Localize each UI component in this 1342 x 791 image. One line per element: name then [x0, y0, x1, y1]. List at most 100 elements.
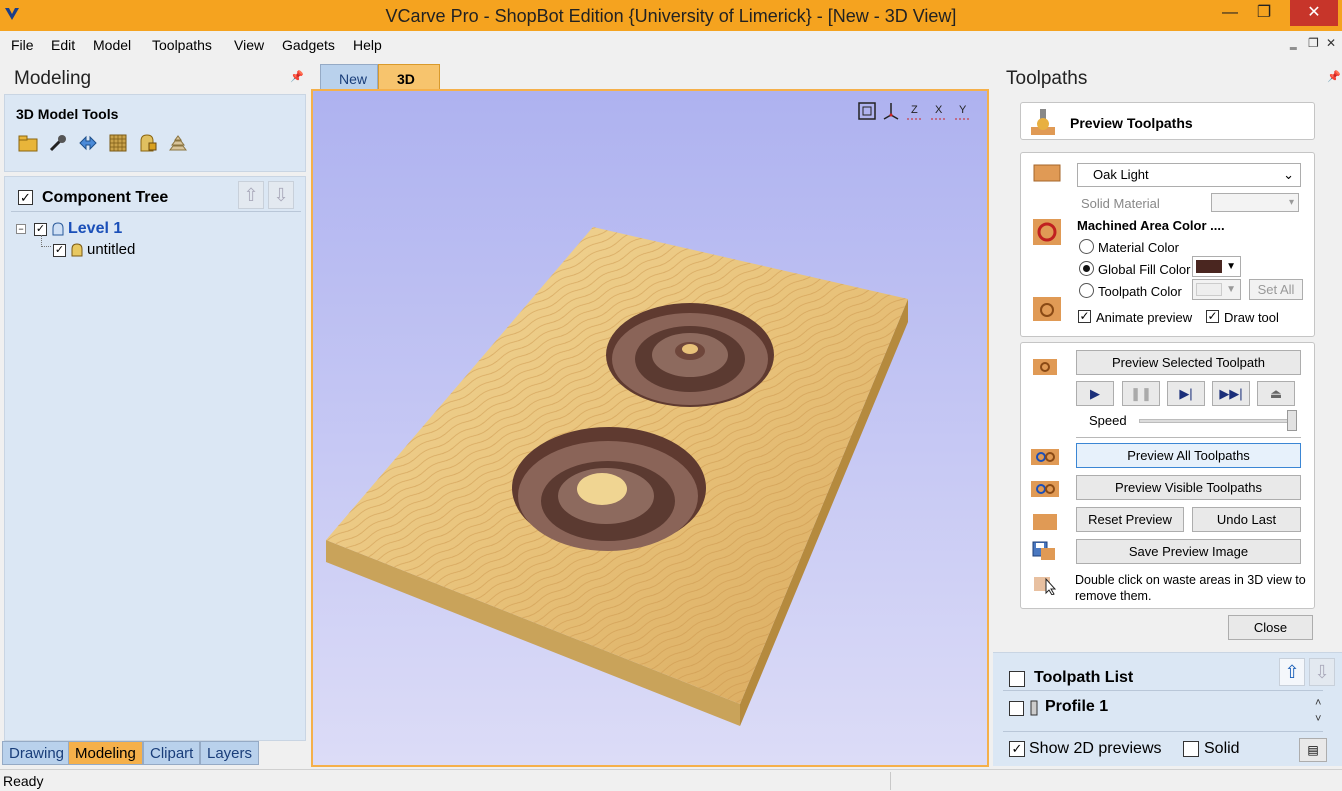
- toolpath-color-radio[interactable]: [1079, 283, 1094, 298]
- tree-collapse-icon[interactable]: −: [16, 224, 26, 234]
- move-toolpath-down-button[interactable]: ⇩: [1309, 658, 1335, 686]
- chevron-down-icon: ⌄: [1283, 167, 1294, 182]
- preview-visible-toolpaths-button[interactable]: Preview Visible Toolpaths: [1076, 475, 1301, 500]
- untitled-checkbox[interactable]: ✓: [53, 244, 66, 257]
- reset-preview-icon: [1033, 514, 1057, 530]
- speed-slider-thumb[interactable]: [1287, 410, 1297, 431]
- machined-area-label: Machined Area Color ....: [1077, 218, 1225, 233]
- panel-tabs: Drawing Modeling Clipart Layers: [0, 741, 307, 765]
- menu-model[interactable]: Model: [93, 37, 131, 53]
- 3d-viewport[interactable]: Z X Y: [311, 89, 989, 767]
- material-color-label: Material Color: [1098, 240, 1179, 255]
- preview-selected-icon: [1033, 359, 1057, 375]
- component-tree-box: ✓ Component Tree ⇧ ⇩ − ✓ Level 1 ✓ untit…: [4, 176, 306, 741]
- set-all-button: Set All: [1249, 279, 1303, 300]
- reset-preview-button[interactable]: Reset Preview: [1076, 507, 1184, 532]
- menu-help[interactable]: Help: [353, 37, 382, 53]
- texture-icon[interactable]: [108, 133, 128, 153]
- move-toolpath-up-button[interactable]: ⇧: [1279, 658, 1305, 686]
- toolpath-item-label[interactable]: Profile 1: [1045, 698, 1108, 716]
- lock-component-icon[interactable]: [138, 133, 158, 153]
- material-value: Oak Light: [1093, 167, 1149, 182]
- model-tools-box: 3D Model Tools: [4, 94, 306, 172]
- mdi-restore-icon[interactable]: ❐: [1308, 36, 1319, 50]
- edit-component-icon[interactable]: [48, 133, 68, 153]
- window-title: VCarve Pro - ShopBot Edition {University…: [385, 6, 957, 26]
- save-preview-image-button[interactable]: Save Preview Image: [1076, 539, 1301, 564]
- eject-button[interactable]: ⏏: [1257, 381, 1295, 406]
- toolpath-list-checkbox[interactable]: [1009, 671, 1025, 687]
- global-fill-color-picker[interactable]: ▼: [1192, 256, 1241, 277]
- draw-tool-checkbox[interactable]: ✓: [1206, 310, 1219, 323]
- global-fill-color-label: Global Fill Color: [1098, 262, 1191, 277]
- tab-layers[interactable]: Layers: [200, 741, 260, 765]
- divider: [1003, 690, 1323, 691]
- status-text: Ready: [3, 773, 44, 789]
- import-model-icon[interactable]: [18, 133, 38, 153]
- menu-view[interactable]: View: [234, 37, 264, 53]
- tab-new[interactable]: New: [320, 64, 379, 90]
- level-icon: [52, 222, 64, 236]
- solid-checkbox[interactable]: [1183, 741, 1199, 757]
- skip-to-end-button[interactable]: ▶▶|: [1212, 381, 1250, 406]
- step-forward-button[interactable]: ▶|: [1167, 381, 1205, 406]
- menu-edit[interactable]: Edit: [51, 37, 75, 53]
- menu-file[interactable]: File: [11, 37, 34, 53]
- menu-toolpaths[interactable]: Toolpaths: [152, 37, 212, 53]
- modeling-panel: Modeling 📌 3D Model Tools ✓ Component Tr…: [0, 60, 307, 766]
- transform-icon[interactable]: [78, 133, 98, 153]
- tab-drawing[interactable]: Drawing: [2, 741, 72, 765]
- solid-material-swatch: ▾: [1211, 193, 1299, 212]
- 3d-model-render: [326, 227, 908, 726]
- component-tree-checkbox[interactable]: ✓: [18, 190, 33, 205]
- divider: [11, 211, 301, 212]
- move-up-button[interactable]: ⇧: [238, 181, 264, 209]
- tab-modeling[interactable]: Modeling: [68, 741, 143, 765]
- toolpath-color-picker: ▼: [1192, 279, 1241, 300]
- pin-icon[interactable]: 📌: [1327, 70, 1341, 83]
- animate-icon: [1033, 297, 1061, 321]
- solid-label: Solid: [1204, 740, 1240, 757]
- maximize-button[interactable]: ❐: [1242, 0, 1286, 26]
- divider: [1076, 437, 1301, 438]
- tree-item-label[interactable]: untitled: [87, 241, 135, 258]
- hint-text: Double click on waste areas in 3D view t…: [1075, 573, 1306, 603]
- pin-icon[interactable]: 📌: [290, 70, 304, 83]
- toolpath-list-box: Toolpath List ⇧ ⇩ Profile 1 ˄ ˅ ✓ Show 2D…: [993, 652, 1342, 766]
- pause-button[interactable]: ❚❚: [1122, 381, 1160, 406]
- show-2d-previews-label: Show 2D previews: [1029, 740, 1162, 757]
- mdi-close-icon[interactable]: ✕: [1326, 36, 1336, 50]
- show-2d-previews-checkbox[interactable]: ✓: [1009, 741, 1025, 757]
- material-select[interactable]: Oak Light ⌄: [1077, 163, 1301, 187]
- preview-selected-toolpath-button[interactable]: Preview Selected Toolpath: [1076, 350, 1301, 375]
- divider: [1003, 731, 1323, 732]
- material-color-radio[interactable]: [1079, 239, 1094, 254]
- preview-all-icon: [1031, 449, 1059, 465]
- animate-preview-checkbox[interactable]: ✓: [1078, 310, 1091, 323]
- preview-all-toolpaths-button[interactable]: Preview All Toolpaths: [1076, 443, 1301, 468]
- material-icon: [1033, 164, 1061, 182]
- component-tree-title: Component Tree: [42, 189, 169, 206]
- tree-level-label[interactable]: Level 1: [68, 220, 122, 238]
- tab-3d-view[interactable]: 3D View: [378, 64, 440, 103]
- move-down-button[interactable]: ⇩: [268, 181, 294, 209]
- close-window-button[interactable]: ✕: [1290, 0, 1338, 26]
- menu-gadgets[interactable]: Gadgets: [282, 37, 335, 53]
- component-icon: [71, 243, 83, 257]
- chevron-down-icon: ▼: [1226, 261, 1236, 272]
- play-button[interactable]: ▶: [1076, 381, 1114, 406]
- preview-actions-card: Preview Selected Toolpath ▶ ❚❚ ▶| ▶▶| ⏏ …: [1020, 342, 1315, 609]
- tab-clipart[interactable]: Clipart: [143, 741, 201, 765]
- global-fill-color-radio[interactable]: [1079, 261, 1094, 276]
- slice-model-icon[interactable]: [168, 133, 188, 153]
- toolpath-summary-button[interactable]: ▤: [1299, 738, 1327, 762]
- close-button[interactable]: Close: [1228, 615, 1313, 640]
- mdi-minimize-icon[interactable]: ‗: [1290, 36, 1297, 50]
- profile-1-checkbox[interactable]: [1009, 701, 1024, 716]
- speed-slider-track[interactable]: [1139, 419, 1294, 423]
- undo-last-button[interactable]: Undo Last: [1192, 507, 1301, 532]
- panel-title: Toolpaths: [1006, 68, 1088, 89]
- color-swatch: [1196, 260, 1222, 273]
- list-scrollbar[interactable]: ˄ ˅: [1315, 695, 1321, 727]
- toolpaths-panel: Toolpaths 📌 Preview Toolpaths Oak Light …: [993, 60, 1342, 766]
